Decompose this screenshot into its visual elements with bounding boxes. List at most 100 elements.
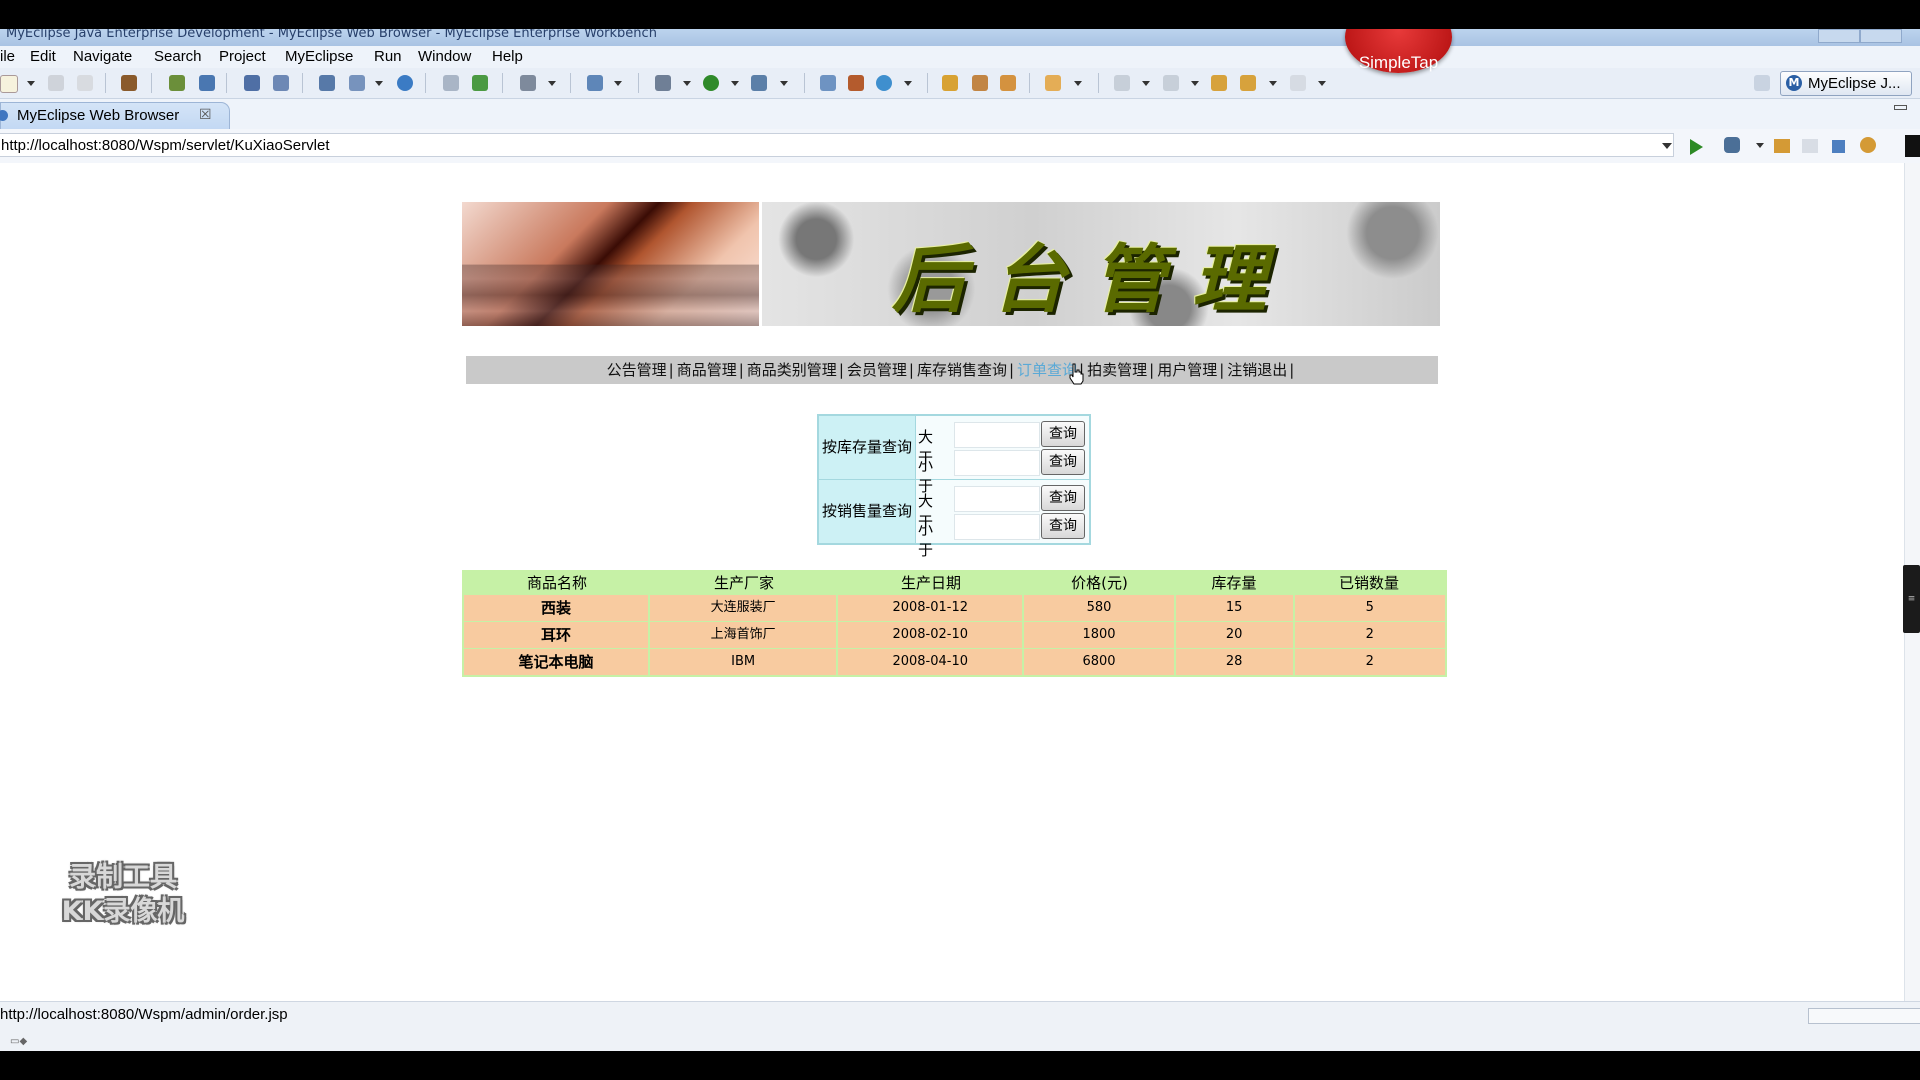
menu-edit[interactable]: Edit — [30, 48, 56, 65]
external-tools-dropdown-icon[interactable] — [780, 81, 788, 86]
minimize-window-button[interactable] — [1818, 29, 1860, 43]
nav-users[interactable]: 用户管理 — [1157, 356, 1217, 384]
add-icon[interactable] — [472, 75, 488, 91]
server-icon[interactable] — [199, 75, 215, 91]
stop-icon[interactable] — [1832, 140, 1845, 153]
refactor-icon[interactable] — [244, 75, 260, 91]
favorites-dropdown-icon[interactable] — [1756, 143, 1764, 148]
folder-icon[interactable] — [443, 75, 459, 91]
cell-stock: 28 — [1176, 649, 1295, 675]
simpletap-badge[interactable]: SimpleTap — [1345, 29, 1452, 73]
nav-notice[interactable]: 公告管理 — [607, 356, 667, 384]
stock-less-query-button[interactable]: 查询 — [1041, 449, 1085, 475]
menu-run[interactable]: Run — [374, 48, 402, 65]
save-icon[interactable] — [48, 75, 64, 91]
debug-icon[interactable] — [655, 75, 671, 91]
stock-less-input[interactable] — [954, 450, 1040, 476]
debug-dropdown-icon[interactable] — [683, 81, 691, 86]
header-manufacturer: 生产厂家 — [713, 574, 774, 592]
tool-icon[interactable] — [587, 75, 603, 91]
task-dropdown-icon[interactable] — [1074, 81, 1082, 86]
back-icon[interactable] — [1240, 75, 1256, 91]
forward-dropdown-icon[interactable] — [1318, 81, 1326, 86]
status-text: http://localhost:8080/Wspm/admin/order.j… — [0, 1006, 288, 1023]
sales-greater-input[interactable] — [954, 486, 1040, 512]
nav-stock-sales[interactable]: 库存销售查询 — [917, 356, 1007, 384]
external-tools-icon[interactable] — [751, 75, 767, 91]
header-stock: 库存量 — [1211, 574, 1257, 592]
side-panel-handle[interactable]: ≡ — [1903, 565, 1920, 633]
favorites-icon[interactable] — [1724, 137, 1740, 153]
back-dropdown-icon[interactable] — [1269, 81, 1277, 86]
prev-annotation-dropdown-icon[interactable] — [1191, 81, 1199, 86]
forward-icon[interactable] — [1290, 75, 1306, 91]
menu-window[interactable]: Window — [418, 48, 471, 65]
open-project-icon[interactable] — [942, 75, 958, 91]
wizard-icon[interactable] — [273, 75, 289, 91]
last-edit-icon[interactable] — [1211, 75, 1227, 91]
stock-greater-input[interactable] — [954, 422, 1040, 448]
new-dropdown-icon[interactable] — [27, 81, 35, 86]
gift-icon[interactable] — [848, 75, 864, 91]
menu-bar: ile Edit Navigate Search Project MyEclip… — [0, 46, 1920, 68]
pencil-icon[interactable] — [972, 75, 988, 91]
menu-navigate[interactable]: Navigate — [73, 48, 132, 65]
nav-separator: | — [1008, 361, 1015, 379]
refresh-dropdown-icon[interactable] — [904, 81, 912, 86]
sales-less-input[interactable] — [954, 514, 1040, 540]
refresh-icon[interactable] — [876, 75, 892, 91]
package-icon[interactable] — [121, 75, 137, 91]
tab-web-browser[interactable]: MyEclipse Web Browser ☒ — [0, 102, 230, 130]
banner-photo — [462, 202, 759, 326]
sales-greater-query-button[interactable]: 查询 — [1041, 485, 1085, 511]
cell-price: 6800 — [1024, 649, 1176, 675]
header-product-name: 商品名称 — [526, 574, 587, 592]
close-icon[interactable]: ☒ — [199, 107, 212, 123]
camera-icon[interactable] — [520, 75, 536, 91]
cell-product-name: 耳环 — [464, 622, 651, 648]
nav-products[interactable]: 商品管理 — [677, 356, 737, 384]
menu-help[interactable]: Help — [492, 48, 523, 65]
cell-manufacturer: 上海首饰厂 — [650, 622, 839, 648]
table-row: 西装 大连服装厂 2008-01-12 580 15 5 — [464, 595, 1445, 621]
run-icon[interactable] — [703, 75, 719, 91]
nav-members[interactable]: 会员管理 — [847, 356, 907, 384]
url-input[interactable]: http://localhost:8080/Wspm/servlet/KuXia… — [0, 133, 1674, 157]
bookmark-icon[interactable] — [1000, 75, 1016, 91]
open-file-icon[interactable] — [820, 75, 836, 91]
open-resource-icon[interactable] — [349, 75, 365, 91]
maximize-window-button[interactable] — [1860, 29, 1902, 43]
print-icon[interactable] — [77, 75, 93, 91]
nav-auction[interactable]: 拍卖管理 — [1087, 356, 1147, 384]
open-type-icon[interactable] — [319, 75, 335, 91]
sales-less-query-button[interactable]: 查询 — [1041, 513, 1085, 539]
go-icon[interactable] — [1690, 139, 1703, 155]
chevron-down-icon[interactable] — [1662, 143, 1672, 149]
browser-forward-icon[interactable] — [1802, 139, 1818, 153]
browser-back-icon[interactable] — [1774, 139, 1790, 153]
menu-myeclipse[interactable]: MyEclipse — [285, 48, 353, 65]
status-progress — [1808, 1008, 1920, 1024]
menu-file[interactable]: ile — [0, 48, 15, 65]
perspective-button[interactable]: M MyEclipse J... — [1780, 71, 1912, 96]
task-icon[interactable] — [1045, 75, 1061, 91]
menu-project[interactable]: Project — [219, 48, 266, 65]
nav-logout[interactable]: 注销退出 — [1227, 356, 1287, 384]
deploy-icon[interactable] — [169, 75, 185, 91]
nav-categories[interactable]: 商品类别管理 — [747, 356, 837, 384]
new-icon[interactable] — [0, 75, 18, 93]
prev-annotation-icon[interactable] — [1163, 75, 1179, 91]
minimize-view-icon[interactable] — [1894, 105, 1907, 110]
eclipse-window: MyEclipse Java Enterprise Development - … — [0, 29, 1920, 1051]
next-annotation-dropdown-icon[interactable] — [1142, 81, 1150, 86]
tool-dropdown-icon[interactable] — [614, 81, 622, 86]
open-perspective-icon[interactable] — [1754, 75, 1770, 91]
menu-search[interactable]: Search — [154, 48, 202, 65]
stock-greater-query-button[interactable]: 查询 — [1041, 421, 1085, 447]
refresh-icon[interactable] — [1860, 137, 1876, 153]
next-annotation-icon[interactable] — [1114, 75, 1130, 91]
run-dropdown-icon[interactable] — [731, 81, 739, 86]
camera-dropdown-icon[interactable] — [548, 81, 556, 86]
globe-icon[interactable] — [397, 75, 413, 91]
resource-dropdown-icon[interactable] — [375, 81, 383, 86]
